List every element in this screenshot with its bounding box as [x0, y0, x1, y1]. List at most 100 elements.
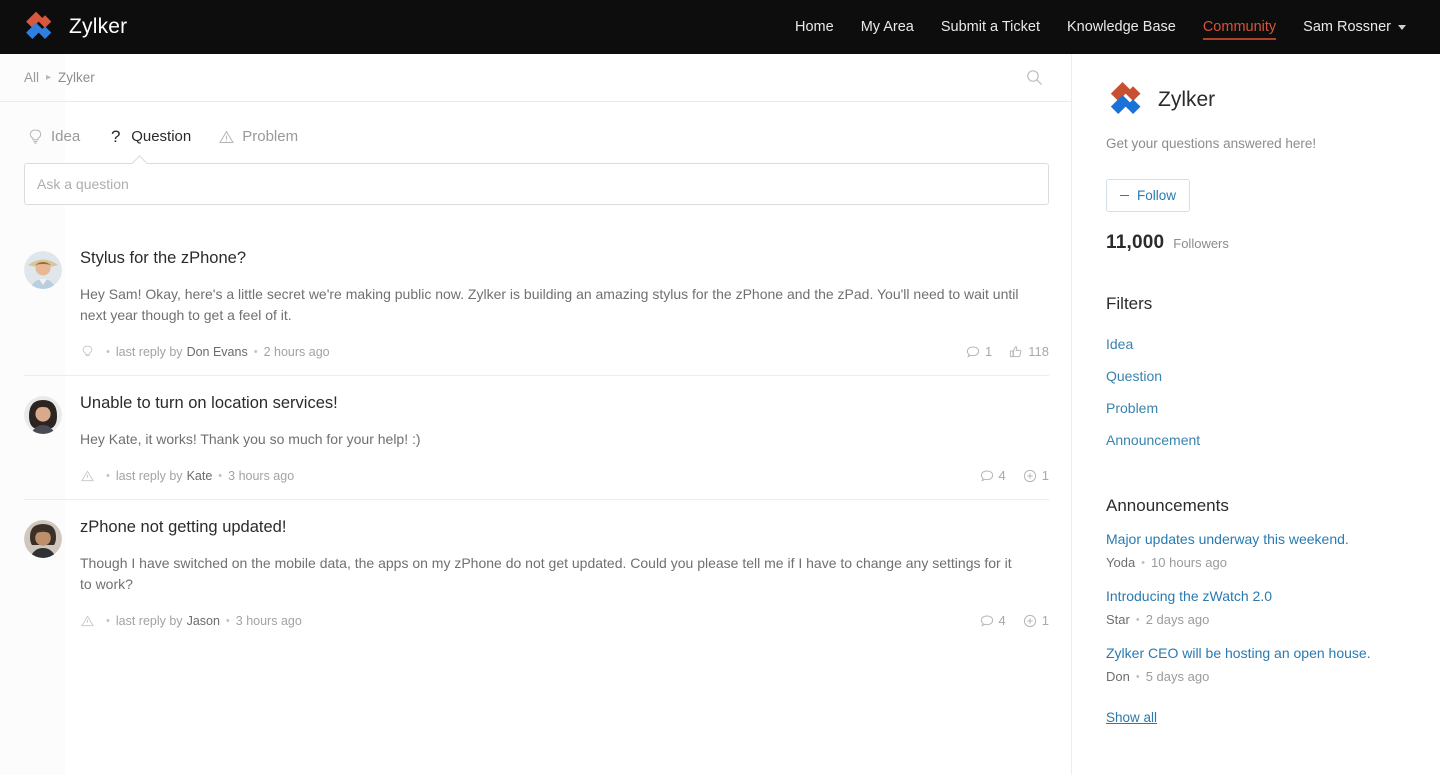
post-list: Stylus for the zPhone? Hey Sam! Okay, he…: [24, 231, 1049, 644]
thumbs-up-icon: [1009, 345, 1023, 359]
comment-count[interactable]: 1: [966, 344, 992, 359]
filter-idea[interactable]: Idea: [1106, 328, 1410, 360]
comment-icon: [966, 345, 980, 359]
breadcrumb: All ▸ Zylker: [24, 70, 95, 85]
brand-logo-group[interactable]: Zylker: [22, 10, 127, 44]
tab-problem[interactable]: Problem: [219, 128, 298, 151]
post-body: zPhone not getting updated! Though I hav…: [80, 518, 1049, 628]
minus-icon: [1120, 195, 1129, 197]
content-area: Idea ? Question Problem: [0, 102, 1071, 644]
breadcrumb-all[interactable]: All: [24, 70, 39, 85]
filter-problem[interactable]: Problem: [1106, 392, 1410, 424]
announcement-meta: Don • 5 days ago: [1106, 669, 1410, 684]
post-title[interactable]: zPhone not getting updated!: [80, 518, 1049, 537]
chevron-down-icon: [1398, 25, 1406, 30]
nav-item-knowledge-base[interactable]: Knowledge Base: [1067, 15, 1176, 39]
follow-button-label: Follow: [1137, 188, 1176, 203]
meta-dot: •: [1141, 557, 1145, 569]
post-meta: • last reply by Kate • 3 hours ago: [80, 468, 1049, 483]
tab-question-label: Question: [131, 128, 191, 145]
meta-dot: •: [106, 346, 110, 358]
breadcrumb-separator-icon: ▸: [46, 72, 51, 83]
comment-count[interactable]: 4: [980, 613, 1006, 628]
meta-dot: •: [254, 346, 258, 358]
meta-dot: •: [218, 470, 222, 482]
comment-icon: [980, 614, 994, 628]
post-meta: • last reply by Jason • 3 hours ago: [80, 613, 1049, 628]
community-header: Zylker: [1106, 80, 1410, 120]
announcement-title[interactable]: Introducing the zWatch 2.0: [1106, 587, 1410, 606]
post-meta: • last reply by Don Evans • 2 hours ago: [80, 344, 1049, 359]
ask-question-input[interactable]: [37, 176, 1036, 192]
followers-row: 11,000 Followers: [1106, 232, 1410, 254]
tab-idea-label: Idea: [51, 128, 80, 145]
comment-count-value: 4: [999, 468, 1006, 483]
post-title[interactable]: Stylus for the zPhone?: [80, 249, 1049, 268]
avatar: [24, 396, 62, 434]
nav-item-my-area[interactable]: My Area: [861, 15, 914, 39]
post-body: Stylus for the zPhone? Hey Sam! Okay, he…: [80, 249, 1049, 359]
follow-count[interactable]: 1: [1023, 468, 1049, 483]
search-button[interactable]: [1019, 63, 1049, 93]
active-tab-caret-icon: [132, 155, 149, 164]
tab-idea[interactable]: Idea: [28, 128, 80, 151]
post-time: 2 hours ago: [264, 345, 330, 359]
tab-problem-label: Problem: [242, 128, 298, 145]
announcement-meta: Star • 2 days ago: [1106, 612, 1410, 627]
nav-item-home[interactable]: Home: [795, 15, 834, 39]
post-meta-prefix: last reply by: [116, 345, 183, 359]
main-column: All ▸ Zylker: [0, 54, 1071, 775]
ask-question-box[interactable]: [24, 163, 1049, 205]
user-menu[interactable]: Sam Rossner: [1303, 19, 1406, 35]
post-excerpt: Though I have switched on the mobile dat…: [80, 553, 1020, 595]
filter-announcement[interactable]: Announcement: [1106, 424, 1410, 456]
post-meta-prefix: last reply by: [116, 469, 183, 483]
post-excerpt: Hey Kate, it works! Thank you so much fo…: [80, 429, 1020, 450]
community-tagline: Get your questions answered here!: [1106, 136, 1410, 151]
announcement-author: Star: [1106, 612, 1130, 627]
post-title[interactable]: Unable to turn on location services!: [80, 394, 1049, 413]
followers-label: Followers: [1173, 236, 1229, 251]
post-time: 3 hours ago: [236, 614, 302, 628]
show-all-announcements-link[interactable]: Show all: [1106, 710, 1157, 725]
breadcrumb-zylker[interactable]: Zylker: [58, 70, 95, 85]
announcement-title[interactable]: Major updates underway this weekend.: [1106, 530, 1410, 549]
filter-question[interactable]: Question: [1106, 360, 1410, 392]
comment-count[interactable]: 4: [980, 468, 1006, 483]
like-count-value: 118: [1028, 344, 1049, 359]
announcement-time: 10 hours ago: [1151, 555, 1227, 570]
meta-dot: •: [1136, 671, 1140, 683]
nav-item-submit-a-ticket[interactable]: Submit a Ticket: [941, 15, 1040, 39]
comment-count-value: 4: [999, 613, 1006, 628]
follow-count[interactable]: 1: [1023, 613, 1049, 628]
search-icon: [1026, 69, 1043, 86]
warning-triangle-icon: [80, 468, 94, 483]
filters-heading: Filters: [1106, 294, 1410, 314]
meta-dot: •: [226, 615, 230, 627]
announcement-item: Introducing the zWatch 2.0 Star • 2 days…: [1106, 587, 1410, 627]
composer-input-wrapper: [24, 163, 1049, 205]
announcement-author: Yoda: [1106, 555, 1135, 570]
post-last-reply-author[interactable]: Don Evans: [187, 345, 248, 359]
like-count[interactable]: 118: [1009, 344, 1049, 359]
warning-triangle-icon: [80, 613, 94, 628]
tab-question[interactable]: ? Question: [108, 128, 191, 151]
post-last-reply-author[interactable]: Kate: [187, 469, 213, 483]
plus-circle-icon: [1023, 469, 1037, 483]
announcement-item: Zylker CEO will be hosting an open house…: [1106, 644, 1410, 684]
nav-item-community[interactable]: Community: [1203, 15, 1276, 40]
follow-count-value: 1: [1042, 468, 1049, 483]
post-item[interactable]: zPhone not getting updated! Though I hav…: [24, 500, 1049, 644]
announcement-author: Don: [1106, 669, 1130, 684]
post-last-reply-author[interactable]: Jason: [187, 614, 220, 628]
post-stats: 1 118: [966, 344, 1049, 359]
post-time: 3 hours ago: [228, 469, 294, 483]
community-title: Zylker: [1158, 88, 1215, 112]
follow-button[interactable]: Follow: [1106, 179, 1190, 212]
avatar: [24, 520, 62, 558]
post-item[interactable]: Stylus for the zPhone? Hey Sam! Okay, he…: [24, 231, 1049, 376]
post-item[interactable]: Unable to turn on location services! Hey…: [24, 376, 1049, 500]
lightbulb-icon: [28, 129, 43, 145]
avatar: [24, 251, 62, 289]
announcement-title[interactable]: Zylker CEO will be hosting an open house…: [1106, 644, 1410, 663]
